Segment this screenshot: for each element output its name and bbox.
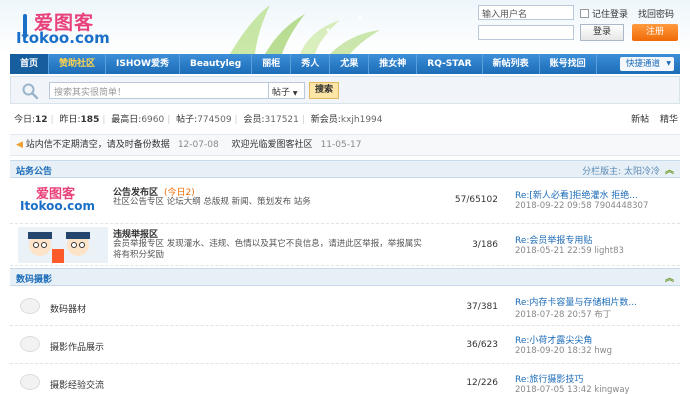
forum-name[interactable]: 摄影作品展示: [50, 340, 104, 353]
stat-yesterday: 185: [80, 115, 100, 125]
register-button[interactable]: 注册: [632, 24, 678, 41]
section-header-announcements: 站务公告 分栏版主: 太阳冷冷 ︽: [10, 160, 680, 178]
nav-account-recovery[interactable]: 账号找回: [540, 54, 597, 74]
nav-home[interactable]: 首页: [10, 54, 50, 74]
last-post-title[interactable]: Re:旅行摄影技巧: [515, 372, 583, 385]
stat-max: 6960: [141, 115, 165, 125]
stat-members: 317521: [264, 115, 299, 125]
quick-access-dropdown[interactable]: 快捷通道: [619, 57, 674, 71]
forum-logo-en: Itokoo.com: [20, 199, 96, 213]
search-bar: 搜索其实很简单！ 帖子 ▼ 搜索: [10, 76, 680, 104]
login-button[interactable]: 登录: [580, 24, 624, 41]
forum-description: 会员举报专区 发现灌水、违规、色情以及其它不良信息，请进此区举报，举报属实将有积…: [113, 239, 422, 260]
chevron-down-icon: ▼: [292, 90, 298, 97]
forum-name[interactable]: 摄影经验交流: [50, 378, 104, 391]
collapse-icon[interactable]: ︽: [665, 271, 674, 284]
grass-decoration: [230, 5, 380, 54]
notice-2[interactable]: 欢迎光临爱图客社区: [232, 140, 313, 150]
nav-new-posts[interactable]: 新帖列表: [483, 54, 540, 74]
notice-bar: ◀ 站内信不定期清空，请及时备份数据 12-07-08 欢迎光临爱图客社区 11-0…: [10, 134, 680, 156]
search-type-value: 帖子: [272, 88, 291, 98]
nav-ligui[interactable]: 丽柜: [252, 54, 292, 74]
stat-newest-member[interactable]: kxjh1994: [341, 115, 383, 125]
site-logo[interactable]: 爱图客 Itokoo.com: [16, 8, 146, 48]
nav-youguo[interactable]: 尤果: [330, 54, 370, 74]
remember-login[interactable]: 记住登录: [580, 7, 628, 20]
search-input[interactable]: 搜索其实很简单！: [49, 82, 269, 99]
last-post-meta: 2018-05-21 22:59 light83: [515, 246, 624, 256]
forum-row: 数码器材 37/381 Re:内存卡容量与存储相片数... 2018-07-28…: [10, 288, 680, 326]
stat-today-label: 今日:: [14, 115, 36, 125]
nav-tuinvshen[interactable]: 推女神: [369, 54, 418, 74]
remember-checkbox[interactable]: [580, 9, 589, 18]
nav-ishow[interactable]: ISHOW爱秀: [106, 54, 180, 74]
stat-posts: 774509: [197, 115, 232, 125]
forum-row: 摄影经验交流 12/226 Re:旅行摄影技巧 2018-07-05 13:42…: [10, 364, 680, 394]
section-header-digital-photography: 数码摄影 ︽: [10, 268, 680, 286]
forum-count: 3/186: [472, 240, 498, 250]
forum-count: 37/381: [466, 302, 498, 312]
find-password-link[interactable]: 找回密码: [638, 7, 674, 20]
forum-status-icon: [20, 336, 40, 352]
forum-status-icon: [20, 298, 40, 314]
forum-row: 爱图客 Itokoo.com 公告发布区 (今日2) 社区公告专区 论坛大纲 总版…: [10, 179, 680, 224]
search-icon: [22, 83, 39, 100]
forum-stats: 今日:12 | 昨日:185 | 最高日:6960 | 帖子:774509 | 会员:3…: [14, 115, 383, 125]
forum-count: 57/65102: [454, 195, 498, 205]
forum-row: 摄影作品展示 36/623 Re:小荷才露尖尖角 2018-09-20 18:3…: [10, 326, 680, 364]
forum-description: 社区公告专区 论坛大纲 总版规 新闻、策划发布 站务: [113, 197, 311, 207]
password-input[interactable]: [478, 25, 574, 40]
stat-today: 12: [35, 115, 48, 125]
last-post-meta: 2018-07-05 13:42 kingway: [515, 385, 630, 394]
site-header: 爱图客 Itokoo.com 输入用户名 记住登录 找回密码 登录 注册: [0, 0, 690, 54]
stat-yesterday-label: 昨日:: [59, 115, 81, 125]
nav-xiuren[interactable]: 秀人: [291, 54, 331, 74]
forum-count: 12/226: [466, 378, 498, 388]
search-button[interactable]: 搜索: [309, 82, 339, 99]
username-input[interactable]: 输入用户名: [478, 5, 574, 20]
forum-count: 36/623: [466, 340, 498, 350]
main-nav: 首页 赞助社区 ISHOW爱秀 Beautyleg 丽柜 秀人 尤果 推女神 R…: [10, 54, 680, 74]
remember-label: 记住登录: [592, 10, 629, 20]
last-post-title[interactable]: Re:[新人必看]拒绝灌水 拒绝...: [515, 188, 638, 201]
police-mascot-image[interactable]: [18, 227, 108, 263]
section-moderators: 分栏版主: 太阳冷冷: [582, 164, 660, 177]
search-type-select[interactable]: 帖子 ▼: [269, 82, 305, 99]
stat-newest-label: 新会员:: [310, 115, 341, 125]
megaphone-icon: ◀: [16, 140, 23, 150]
forum-row: 违规举报区 会员举报专区 发现灌水、违规、色情以及其它不良信息，请进此区举报，举…: [10, 224, 680, 266]
stat-members-label: 会员:: [243, 115, 265, 125]
notice-1[interactable]: 站内信不定期清空，请及时备份数据: [26, 140, 170, 150]
new-posts-link[interactable]: 新帖: [631, 115, 649, 125]
notice-2-date: 11-05-17: [320, 140, 362, 150]
last-post-meta: 2018-09-20 18:32 hwg: [515, 346, 613, 356]
last-post-title[interactable]: Re:会员举报专用贴: [515, 233, 592, 246]
digest-link[interactable]: 精华: [660, 115, 678, 125]
forum-name[interactable]: 数码器材: [50, 302, 86, 315]
nav-beautyleg[interactable]: Beautyleg: [180, 54, 253, 74]
section-title[interactable]: 站务公告: [16, 164, 52, 177]
moderators-label: 分栏版主:: [582, 167, 622, 177]
last-post-meta: 2018-07-28 20:57 布丁: [515, 310, 612, 320]
stat-max-label: 最高日:: [111, 115, 142, 125]
logo-english: Itokoo.com: [16, 29, 110, 47]
nav-sponsor[interactable]: 赞助社区: [49, 54, 107, 74]
stats-links: 新帖 精华: [623, 112, 678, 125]
section-title[interactable]: 数码摄影: [16, 272, 52, 285]
nav-rqstar[interactable]: RQ-STAR: [417, 54, 483, 74]
last-post-title[interactable]: Re:内存卡容量与存储相片数...: [515, 295, 637, 308]
stat-posts-label: 帖子:: [176, 115, 198, 125]
last-post-meta: 2018-09-22 09:58 7904448307: [515, 201, 649, 211]
forum-status-icon: [20, 374, 40, 390]
moderator-link[interactable]: 太阳冷冷: [624, 167, 660, 177]
notice-1-date: 12-07-08: [177, 140, 219, 150]
last-post-title[interactable]: Re:小荷才露尖尖角: [515, 333, 592, 346]
forum-logo-image[interactable]: 爱图客 Itokoo.com: [18, 183, 108, 219]
collapse-icon[interactable]: ︽: [665, 163, 674, 176]
